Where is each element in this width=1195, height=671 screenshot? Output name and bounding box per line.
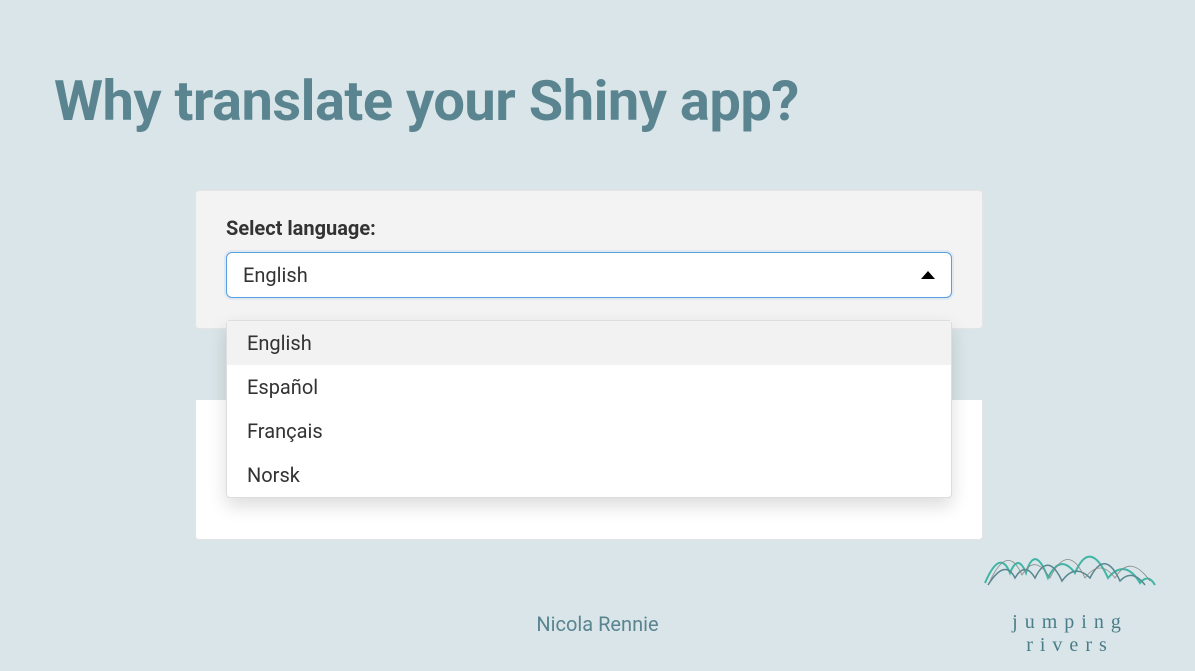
language-select[interactable]: English bbox=[226, 252, 952, 298]
caret-up-icon bbox=[921, 271, 935, 279]
author-name: Nicola Rennie bbox=[536, 612, 658, 636]
logo-waves-icon bbox=[980, 523, 1160, 603]
slide-title: Why translate your Shiny app? bbox=[54, 68, 799, 134]
selected-option-text: English bbox=[243, 263, 308, 287]
select-language-label: Select language: bbox=[226, 216, 952, 240]
option-espanol[interactable]: Español bbox=[227, 365, 951, 409]
option-norsk[interactable]: Norsk bbox=[227, 453, 951, 497]
language-select-panel: Select language: English bbox=[195, 190, 983, 329]
language-dropdown-menu: English Español Français Norsk bbox=[226, 320, 952, 498]
logo-text: jumping rivers bbox=[965, 611, 1175, 657]
jumping-rivers-logo: jumping rivers bbox=[965, 523, 1175, 657]
option-english[interactable]: English bbox=[227, 321, 951, 365]
option-francais[interactable]: Français bbox=[227, 409, 951, 453]
